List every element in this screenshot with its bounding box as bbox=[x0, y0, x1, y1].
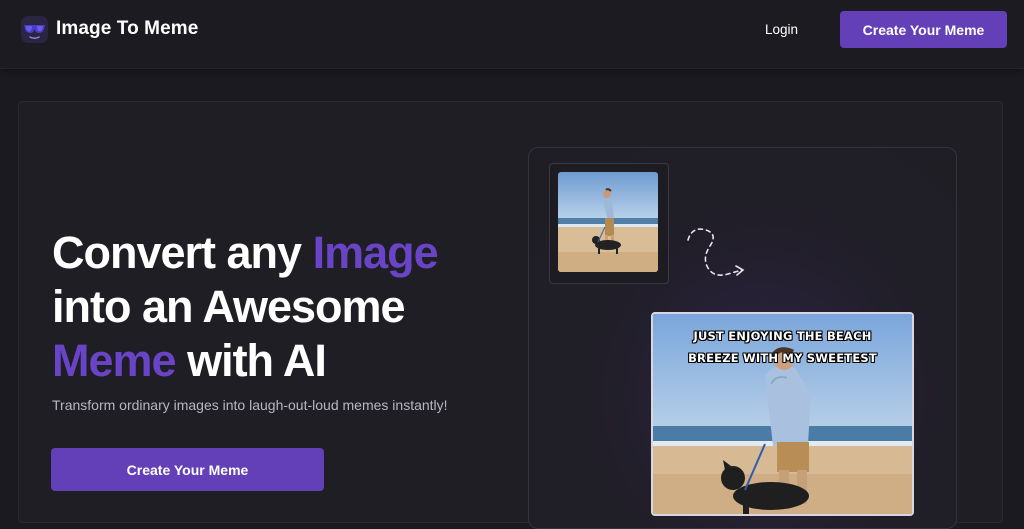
meme-caption-line: JUST ENJOYING THE BEACH bbox=[693, 329, 872, 343]
meme-caption-line: BREEZE WITH MY SWEETEST bbox=[688, 351, 877, 365]
meme-caption: JUST ENJOYING THE BEACH BREEZE WITH MY S… bbox=[653, 325, 912, 369]
create-meme-hero-button[interactable]: Create Your Meme bbox=[51, 448, 324, 491]
hero-headline: Convert any Image into an Awesome Meme w… bbox=[52, 226, 522, 388]
brand-name[interactable]: Image To Meme bbox=[56, 18, 198, 40]
original-beach-photo bbox=[558, 172, 658, 272]
generated-meme-image: JUST ENJOYING THE BEACH BREEZE WITH MY S… bbox=[651, 312, 914, 516]
headline-accent-meme: Meme bbox=[52, 335, 177, 386]
headline-text: with AI bbox=[175, 335, 327, 386]
hero-subtitle: Transform ordinary images into laugh-out… bbox=[52, 397, 448, 413]
headline-text: into an Awesome bbox=[52, 281, 406, 332]
login-link[interactable]: Login bbox=[765, 22, 798, 37]
top-navbar: Image To Meme Login Create Your Meme bbox=[0, 0, 1024, 69]
create-meme-nav-button[interactable]: Create Your Meme bbox=[840, 11, 1007, 48]
headline-text: Convert any bbox=[52, 227, 313, 278]
dashed-curly-arrow-icon bbox=[682, 222, 748, 284]
headline-accent-image: Image bbox=[312, 227, 439, 278]
sunglasses-logo-icon[interactable] bbox=[21, 16, 48, 43]
